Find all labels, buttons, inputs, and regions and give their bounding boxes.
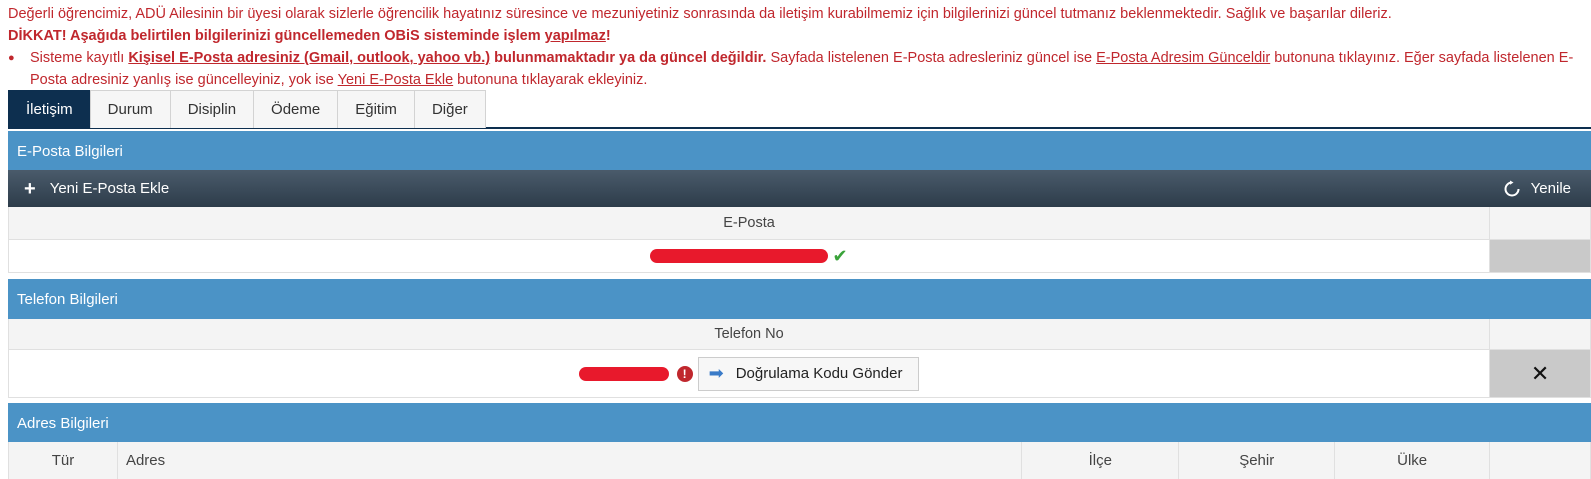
tab-iletisim[interactable]: İletişim (8, 90, 91, 128)
phone-section-header: Telefon Bilgileri (8, 279, 1591, 319)
notice-warning: DİKKAT! Aşağıda belirtilen bilgilerinizi… (8, 25, 1591, 47)
add-email-link[interactable]: Yeni E-Posta Ekle (338, 72, 454, 88)
tab-odeme[interactable]: Ödeme (253, 90, 339, 128)
tab-bar: İletişim Durum Disiplin Ödeme Eğitim Diğ… (8, 90, 1591, 129)
email-column-header: E-Posta (9, 207, 1491, 239)
address-col-country: Ülke (1335, 442, 1491, 479)
phone-column-header: Telefon No (9, 319, 1491, 349)
notice-bullet: ● Sisteme kayıtlı Kişisel E-Posta adresi… (8, 47, 1591, 91)
address-section-header: Adres Bilgileri (8, 403, 1591, 443)
delete-icon[interactable]: ✕ (1531, 361, 1549, 387)
refresh-label: Yenile (1530, 180, 1571, 197)
notice-warning-link[interactable]: yapılmaz (545, 28, 606, 44)
verified-check-icon: ✔ (832, 245, 848, 266)
address-col-address: Adres (118, 442, 1023, 479)
email-up-to-date-link[interactable]: E-Posta Adresim Günceldir (1096, 50, 1270, 66)
email-action-header (1490, 207, 1591, 239)
address-col-type: Tür (9, 442, 118, 479)
phone-table-header: Telefon No (9, 319, 1591, 350)
tab-diger[interactable]: Diğer (413, 90, 486, 128)
add-email-button[interactable]: + Yeni E-Posta Ekle (24, 179, 169, 199)
redacted-email (650, 249, 829, 263)
verify-button-label: Doğrulama Kodu Gönder (735, 365, 903, 382)
email-action-cell (1490, 240, 1591, 272)
address-col-actions (1490, 442, 1591, 479)
email-row: ✔ (9, 240, 1591, 273)
address-col-district: İlçe (1022, 442, 1180, 479)
arrow-right-icon: ➡ (708, 363, 724, 383)
unverified-warning-icon: ! (676, 365, 693, 382)
tab-disiplin[interactable]: Disiplin (169, 90, 255, 128)
tab-durum[interactable]: Durum (89, 90, 171, 128)
email-value-cell: ✔ (9, 240, 1491, 272)
email-table: E-Posta ✔ (8, 207, 1591, 273)
notice-warning-text: DİKKAT! Aşağıda belirtilen bilgilerinizi… (8, 28, 545, 44)
notice-warning-end: ! (605, 28, 611, 44)
tab-egitim[interactable]: Eğitim (337, 90, 415, 128)
email-table-header: E-Posta (9, 207, 1591, 240)
add-email-label: Yeni E-Posta Ekle (49, 180, 170, 197)
email-toolbar: + Yeni E-Posta Ekle Yenile (8, 170, 1591, 207)
email-section-header: E-Posta Bilgileri (8, 131, 1591, 171)
notice-bullet-text: Sisteme kayıtlı Kişisel E-Posta adresini… (30, 50, 1574, 88)
personal-email-link[interactable]: Kişisel E-Posta adresiniz (Gmail, outloo… (128, 50, 490, 66)
phone-delete-cell: ✕ (1490, 350, 1591, 397)
bullet-icon: ● (8, 52, 15, 64)
notice-box: Değerli öğrencimiz, ADÜ Ailesinin bir üy… (8, 3, 1591, 91)
address-col-city: Şehir (1179, 442, 1336, 479)
phone-value-cell: ! ➡ Doğrulama Kodu Gönder (9, 350, 1491, 397)
plus-icon: + (24, 177, 36, 200)
refresh-icon (1504, 180, 1520, 196)
refresh-button[interactable]: Yenile (1503, 180, 1571, 198)
phone-action-header (1490, 319, 1591, 349)
notice-line-1: Değerli öğrencimiz, ADÜ Ailesinin bir üy… (8, 6, 1392, 22)
address-table-header: Tür Adres İlçe Şehir Ülke (8, 442, 1591, 479)
send-verification-code-button[interactable]: ➡ Doğrulama Kodu Gönder (697, 356, 920, 391)
phone-table: Telefon No ! ➡ Doğrulama Kodu Gönder ✕ (8, 319, 1591, 398)
phone-row: ! ➡ Doğrulama Kodu Gönder ✕ (9, 350, 1591, 398)
redacted-phone (578, 366, 669, 381)
